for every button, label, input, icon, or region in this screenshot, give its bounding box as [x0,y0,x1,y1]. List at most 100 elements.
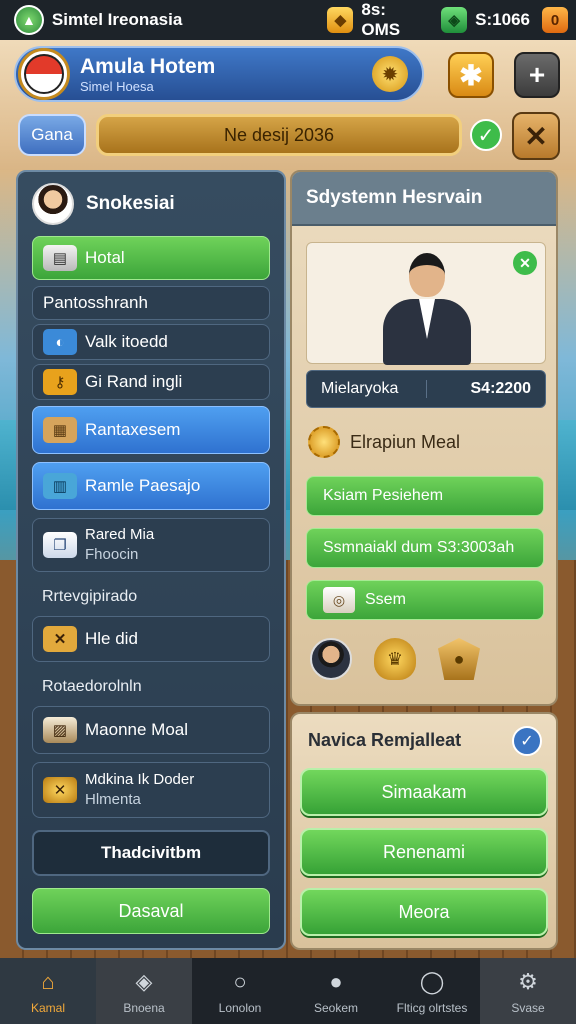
gold-value: 8s: OMS [361,0,401,39]
ring-icon: ◯ [419,969,445,994]
menu-item-9[interactable]: ✕ Hle did [32,616,270,662]
search-icon: ○ [233,969,247,994]
nav-tab-2[interactable]: ◈ Bnoena [96,958,192,1024]
plate-icon: ◎ [323,587,355,613]
staff-salary: S4:2200 [470,380,532,397]
key-icon: ⚷ [43,369,77,395]
confirm-check-icon[interactable]: ✓ [470,119,502,151]
box-icon: ▦ [43,417,77,443]
search-input[interactable]: Ne desij 2036 [96,114,462,156]
person-icon: ● [329,969,343,994]
medal-icon[interactable]: ♛ [374,638,416,680]
badge-row: ♛ ● [310,638,480,680]
meal-option-3-button[interactable]: ◎ Ssem [306,580,544,620]
left-panel-title: Snokesiai [86,193,175,214]
nav-tab-label: Svase [511,1001,545,1015]
staff-portrait: ✕ [306,242,546,365]
x-box-icon: ✕ [43,626,77,652]
footer-label-button[interactable]: Thadcivitbm [32,830,270,876]
close-button[interactable]: ✕ [512,112,560,160]
save-button[interactable]: Dasaval [32,888,270,934]
menu-item-label: Hotal [85,248,125,267]
avatar[interactable] [32,183,74,225]
menu-item-label: Valk itoedd [85,332,168,351]
documents-icon: ❐ [43,532,77,558]
photo-icon: ▨ [43,717,77,743]
nav-option-1-button[interactable]: Simaakam [300,768,548,816]
check-icon[interactable]: ✓ [512,726,542,756]
nav-tab-4[interactable]: ● Seokem [288,958,384,1024]
menu-item-label: Rared Mia [85,526,155,543]
meal-heading-label: Elrapiun Meal [350,431,461,452]
close-icon[interactable]: ✕ [513,251,537,275]
menu-item-label: Maonne Moal [85,720,189,739]
meal-heading: Elrapiun Meal [308,426,460,458]
menu-item-label: Mdkina Ik Doder [85,771,195,788]
navigation-panel: Navica Remjalleat ✓ Simaakam Renenami Me… [290,712,558,950]
nav-option-2-button[interactable]: Renenami [300,828,548,876]
boost-button[interactable]: ✱ [448,52,494,98]
menu-item-6[interactable]: ▥ Ramle Paesajo [32,462,270,510]
menu-item-sublabel: Fhoocin [85,546,139,563]
gem-icon: ◈ [441,7,468,33]
menu-item-label: Pantosshranh [43,293,148,312]
section-header: Rotaedorolnln [32,670,270,704]
gold-stat[interactable]: ◆ 8s: OMS [327,0,429,40]
nav-tab-label: Kamal [30,1001,65,1015]
gear-icon[interactable]: ✹ [372,56,408,92]
menu-item-12[interactable]: ✕ Mdkina Ik Doder Hlmenta [32,762,270,818]
menu-item-7[interactable]: ❐ Rared Mia Fhoocin [32,518,270,572]
nav-tab-home[interactable]: ⌂ Kamal [0,958,96,1024]
hotel-emblem-icon [18,48,70,100]
nav-tab-settings[interactable]: ⚙ Svase [480,958,576,1024]
cash-icon: 0 [542,7,568,33]
menu-item-label: Gi Rand ingli [85,372,183,391]
section-header: Rrtevgipirado [32,580,270,614]
nav-tab-label: Lonolon [218,1001,262,1015]
hotel-header[interactable]: Amula Hotem Simel Hoesa ✹ [14,46,424,102]
shield-icon[interactable]: ● [438,638,480,680]
save-button-label: Dasaval [118,900,184,921]
nav-tab-label: Bnoena [123,1001,165,1015]
menu-item-label: Hle did [85,629,138,648]
cash-stat[interactable]: 0 [542,7,576,33]
menu-item-label: Ramle Paesajo [85,476,201,495]
reservation-panel-title: Sdystemn Hesrvain [292,172,556,226]
nav-option-3-button[interactable]: Meora [300,888,548,936]
status-bar: ▲ Simtel Ireonasia ◆ 8s: OMS ◈ S:1066 0 [0,0,576,40]
game-button[interactable]: Gana [18,114,86,156]
nav-tab-5[interactable]: ◯ Flticg olrtstes [384,958,480,1024]
bottom-nav: ⌂ Kamal ◈ Bnoena ○ Lonolon ● Seokem ◯ Fl… [0,958,576,1024]
menu-item-11[interactable]: ▨ Maonne Moal [32,706,270,754]
coin-icon: ✕ [43,777,77,803]
left-menu-panel: Snokesiai ▤ Hotal Pantosshranh ◐ Valk it… [16,170,286,950]
hotel-subtitle: Simel Hoesa [80,78,154,94]
reservation-panel: Sdystemn Hesrvain ✕ Mielaryoka S4:2200 E… [290,170,558,706]
nav-tab-label: Seokem [313,1001,359,1015]
stack-icon: ◈ [135,969,153,994]
meal-option-1-button[interactable]: Ksiam Pesiehem [306,476,544,516]
footer-label: Thadcivitbm [100,843,202,862]
globe-icon: ◐ [43,329,77,355]
menu-item-hotel[interactable]: ▤ Hotal [32,236,270,280]
menu-item-5[interactable]: ▦ Rantaxesem [32,406,270,454]
nav-tab-3[interactable]: ○ Lonolon [192,958,288,1024]
menu-item-2[interactable]: Pantosshranh [32,286,270,320]
hotel-icon: ▤ [43,245,77,271]
menu-item-sublabel: Hlmenta [85,791,141,808]
gem-stat[interactable]: ◈ S:1066 [441,7,530,33]
navigation-panel-title: Navica Remjalleat [308,730,462,750]
menu-item-label: Rantaxesem [85,420,181,439]
meal-option-3-label: Ssem [365,591,406,608]
staff-avatar-badge[interactable] [310,638,352,680]
home-icon: ⌂ [41,969,55,994]
gem-value: S:1066 [475,10,530,29]
add-button[interactable]: + [514,52,560,98]
menu-item-4[interactable]: ⚷ Gi Rand ingli [32,364,270,400]
meal-option-2-button[interactable]: Ssmnaiakl dum S3:3003ah [306,528,544,568]
app-logo-icon: ▲ [14,5,44,35]
section-label: Rotaedorolnln [42,678,142,695]
menu-item-3[interactable]: ◐ Valk itoedd [32,324,270,360]
section-label: Rrtevgipirado [42,588,138,605]
hotel-name: Amula Hotem [80,54,216,78]
